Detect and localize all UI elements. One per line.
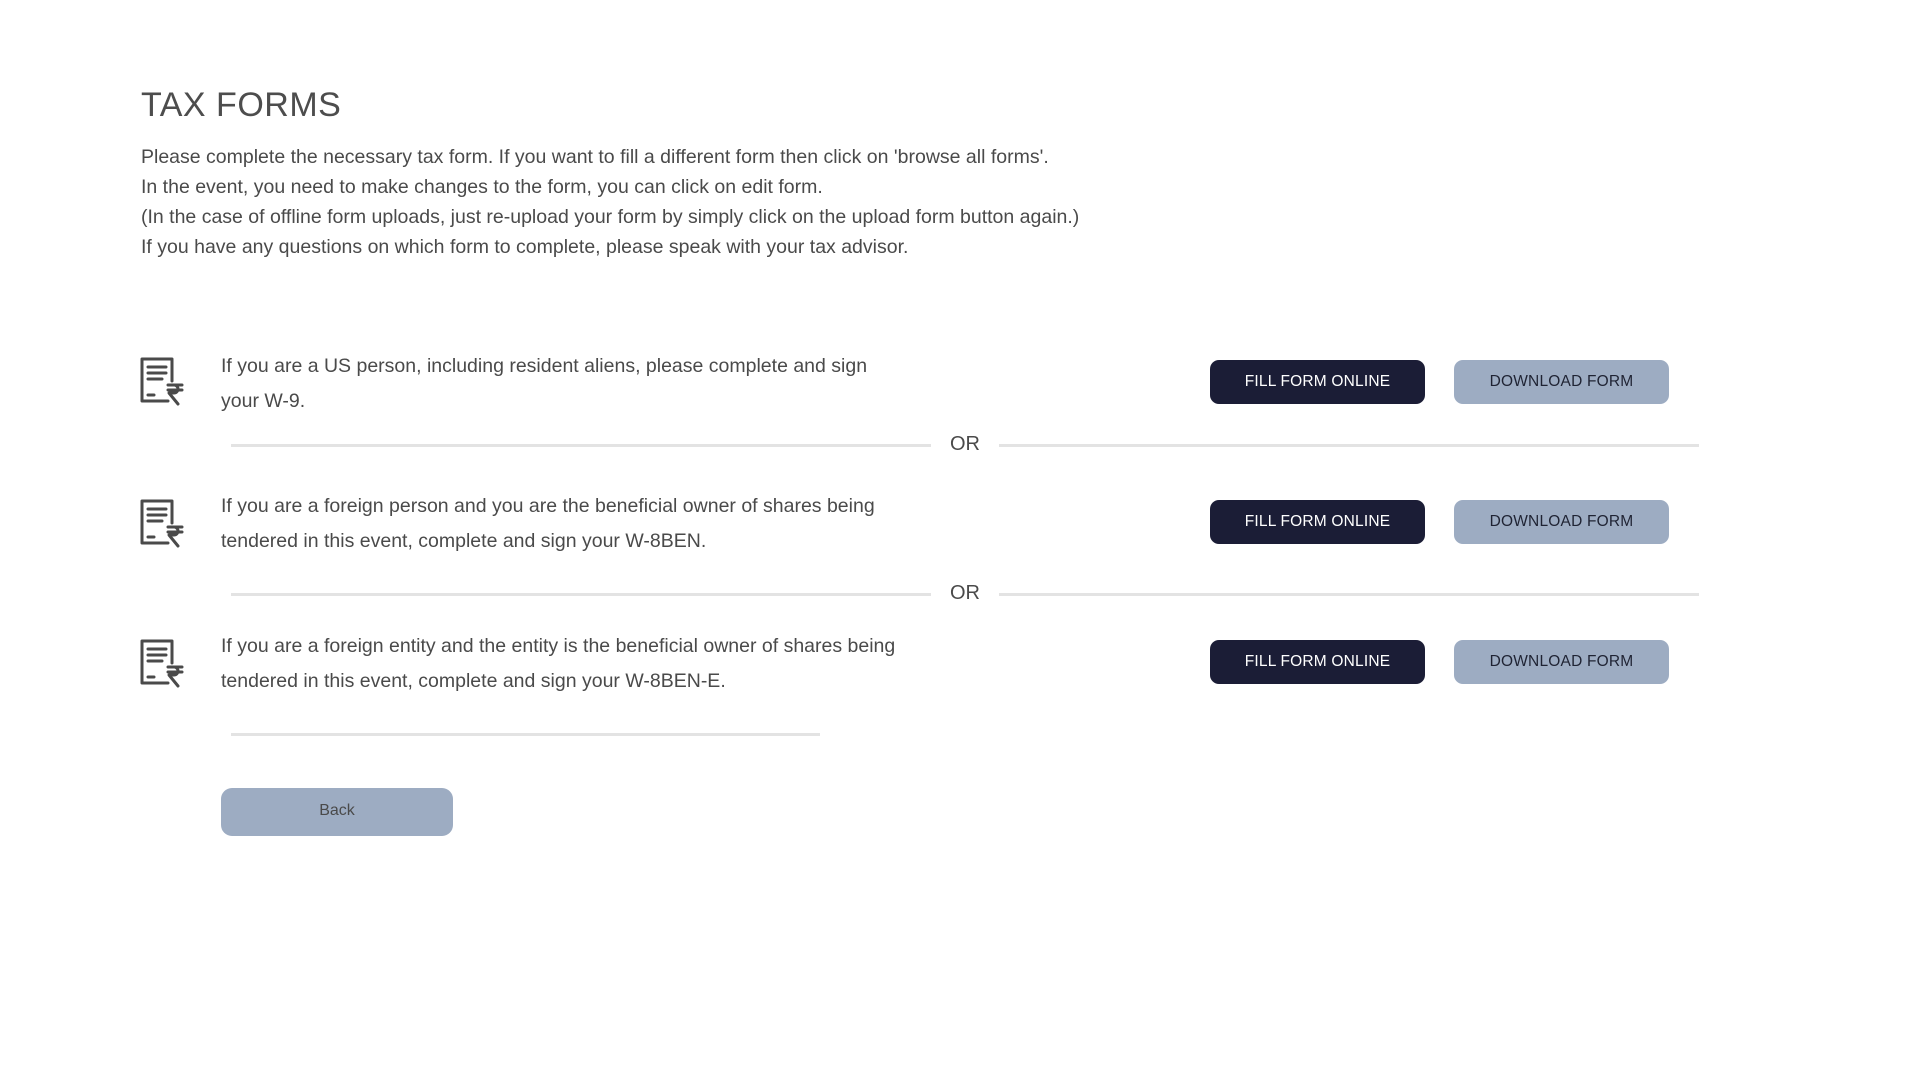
form-description: If you are a US person, including reside… <box>221 355 868 412</box>
fill-form-online-button[interactable]: FILL FORM ONLINE <box>1210 640 1425 684</box>
tax-document-icon <box>138 637 184 689</box>
page-title: TAX FORMS <box>141 86 342 124</box>
or-divider: OR <box>231 433 1699 455</box>
form-row-w9: If you are a US person, including reside… <box>0 349 1920 429</box>
download-form-button[interactable]: DOWNLOAD FORM <box>1454 640 1669 684</box>
intro-text: Please complete the necessary tax form. … <box>141 142 1341 262</box>
divider-line <box>999 444 1699 447</box>
divider-line <box>231 444 931 447</box>
download-form-button[interactable]: DOWNLOAD FORM <box>1454 360 1669 404</box>
intro-line: Please complete the necessary tax form. … <box>141 146 1049 168</box>
intro-line: In the event, you need to make changes t… <box>141 176 823 198</box>
or-divider: OR <box>231 582 1699 604</box>
fill-form-online-button[interactable]: FILL FORM ONLINE <box>1210 500 1425 544</box>
or-label: OR <box>950 433 980 455</box>
form-description: If you are a foreign person and you are … <box>221 495 875 552</box>
fill-form-online-button[interactable]: FILL FORM ONLINE <box>1210 360 1425 404</box>
section-divider <box>231 733 820 736</box>
form-row-w8bene: If you are a foreign entity and the enti… <box>0 629 1920 709</box>
tax-document-icon <box>138 355 184 407</box>
intro-line: If you have any questions on which form … <box>141 236 909 258</box>
intro-line: (In the case of offline form uploads, ju… <box>141 206 1080 228</box>
form-row-w8ben: If you are a foreign person and you are … <box>0 489 1920 569</box>
or-label: OR <box>950 582 980 604</box>
tax-document-icon <box>138 497 184 549</box>
divider-line <box>231 593 931 596</box>
download-form-button[interactable]: DOWNLOAD FORM <box>1454 500 1669 544</box>
form-description: If you are a foreign entity and the enti… <box>221 635 896 692</box>
back-button[interactable]: Back <box>221 788 453 836</box>
divider-line <box>999 593 1699 596</box>
tax-forms-page: TAX FORMS Please complete the necessary … <box>0 0 1920 1080</box>
